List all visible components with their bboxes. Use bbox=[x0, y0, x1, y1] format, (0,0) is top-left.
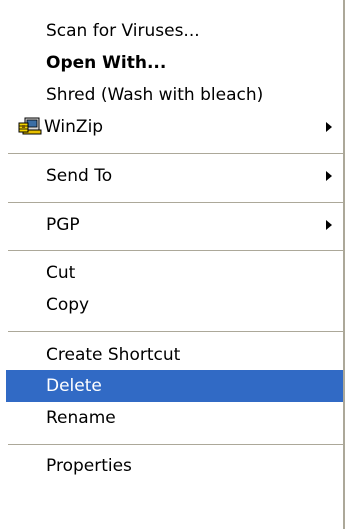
menu-separator bbox=[8, 331, 343, 332]
menu-item-label: Cut bbox=[46, 263, 76, 283]
menu-item-label: Properties bbox=[46, 456, 132, 476]
menu-item-scan-for-viruses[interactable]: Scan for Viruses... bbox=[6, 15, 343, 47]
menu-item-rename[interactable]: Rename bbox=[6, 402, 343, 434]
menu-item-label: Shred (Wash with bleach) bbox=[46, 85, 264, 105]
menu-item-cut[interactable]: Cut bbox=[6, 257, 343, 289]
submenu-arrow-icon bbox=[326, 220, 332, 230]
submenu-arrow-icon bbox=[326, 122, 332, 132]
menu-item-open-with[interactable]: Open With... bbox=[6, 47, 343, 79]
winzip-icon bbox=[18, 117, 42, 135]
menu-item-pgp[interactable]: PGP bbox=[6, 209, 343, 241]
menu-item-copy[interactable]: Copy bbox=[6, 289, 343, 321]
menu-item-create-shortcut[interactable]: Create Shortcut bbox=[6, 339, 343, 371]
menu-item-label: Rename bbox=[46, 408, 116, 428]
menu-item-label: Send To bbox=[46, 166, 113, 186]
menu-item-label: WinZip bbox=[44, 117, 104, 137]
menu-item-winzip[interactable]: WinZip bbox=[6, 111, 343, 143]
menu-item-label: Scan for Viruses... bbox=[46, 21, 200, 41]
menu-item-send-to[interactable]: Send To bbox=[6, 160, 343, 192]
submenu-arrow-icon bbox=[326, 171, 332, 181]
menu-separator bbox=[8, 444, 343, 445]
menu-separator bbox=[8, 202, 343, 203]
menu-item-label: Create Shortcut bbox=[46, 345, 181, 365]
menu-item-label: Copy bbox=[46, 295, 90, 315]
menu-item-label: Delete bbox=[46, 376, 102, 396]
menu-item-label: PGP bbox=[46, 215, 80, 235]
menu-item-shred[interactable]: Shred (Wash with bleach) bbox=[6, 79, 343, 111]
context-menu: Scan for Viruses... Open With... Shred (… bbox=[0, 0, 345, 529]
menu-item-properties[interactable]: Properties bbox=[6, 450, 343, 482]
menu-separator bbox=[8, 250, 343, 251]
menu-item-delete[interactable]: Delete bbox=[6, 370, 343, 402]
menu-separator bbox=[8, 153, 343, 154]
menu-item-label: Open With... bbox=[46, 53, 167, 73]
